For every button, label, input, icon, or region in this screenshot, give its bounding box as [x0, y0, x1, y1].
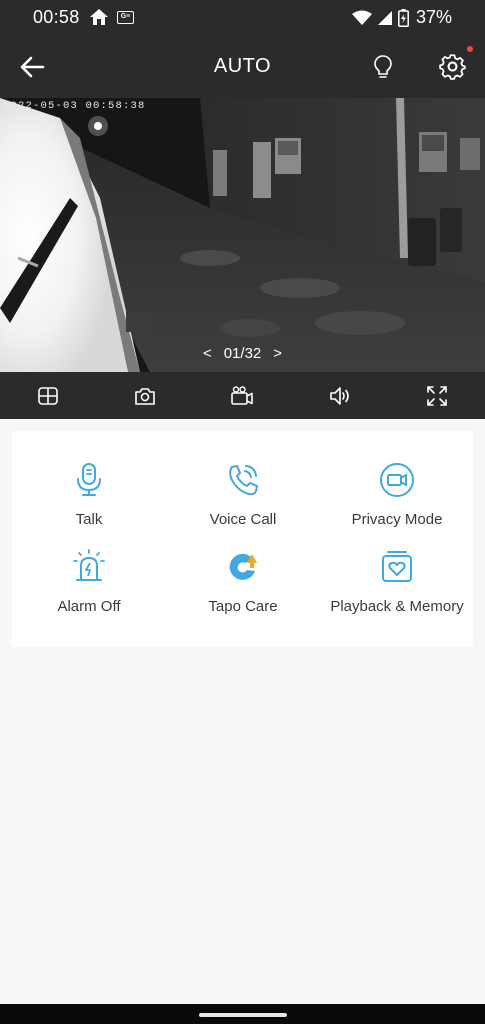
home-icon	[90, 9, 108, 25]
wifi-icon	[351, 10, 372, 25]
privacy-camera-icon	[380, 463, 414, 497]
grid-icon[interactable]	[36, 384, 60, 408]
playback-memory-button[interactable]: Playback & Memory	[320, 549, 474, 615]
tapo-care-button[interactable]: Tapo Care	[166, 549, 320, 615]
speaker-icon[interactable]	[328, 384, 352, 408]
playback-memory-icon	[382, 551, 412, 582]
home-gesture-handle[interactable]	[199, 1013, 287, 1017]
talk-label: Talk	[75, 511, 103, 528]
microphone-icon	[77, 463, 101, 496]
voice-call-button[interactable]: Voice Call	[166, 462, 320, 528]
privacy-mode-label: Privacy Mode	[351, 511, 443, 528]
video-timestamp: 2022-05-03 00:58:38	[3, 100, 146, 112]
signal-icon	[377, 10, 392, 25]
fullscreen-icon[interactable]	[425, 384, 449, 408]
next-page-button[interactable]: >	[261, 345, 294, 362]
tapo-care-icon	[229, 553, 257, 580]
camera-icon[interactable]	[133, 384, 157, 408]
bulb-icon[interactable]	[372, 54, 394, 80]
camera-live-view[interactable]: 2022-05-03 00:58:38 <01/32 >	[0, 98, 485, 372]
gs-icon: G≡	[117, 11, 134, 24]
privacy-mode-button[interactable]: Privacy Mode	[320, 462, 474, 528]
phone-call-icon	[229, 465, 258, 496]
record-icon[interactable]	[230, 384, 254, 408]
alarm-button[interactable]: Alarm Off	[12, 549, 166, 615]
playback-memory-label: Playback & Memory	[330, 598, 464, 615]
status-bar: 00:58 G≡ 37%	[0, 0, 485, 36]
page-indicator: <01/32 >	[0, 345, 485, 362]
prev-page-button[interactable]: <	[191, 345, 224, 362]
status-time: 00:58	[33, 7, 80, 27]
alarm-siren-icon	[73, 549, 105, 581]
feature-panel: Talk Voice Call Privacy Mode Alarm Off T	[12, 431, 473, 647]
voice-call-label: Voice Call	[209, 511, 277, 528]
tapo-care-label: Tapo Care	[208, 598, 278, 615]
camera-mode-title[interactable]: AUTO	[0, 55, 485, 78]
app-bar: AUTO	[0, 36, 485, 98]
talk-button[interactable]: Talk	[12, 462, 166, 528]
battery-icon	[398, 8, 409, 27]
night-vision-feed	[0, 98, 485, 372]
gear-icon[interactable]	[439, 53, 466, 80]
page-counter: 01/32	[223, 345, 262, 362]
notification-dot	[467, 46, 473, 52]
video-controls	[0, 372, 485, 419]
system-nav-bar	[0, 1004, 485, 1024]
battery-percent: 37%	[415, 7, 452, 27]
alarm-label: Alarm Off	[57, 598, 121, 615]
